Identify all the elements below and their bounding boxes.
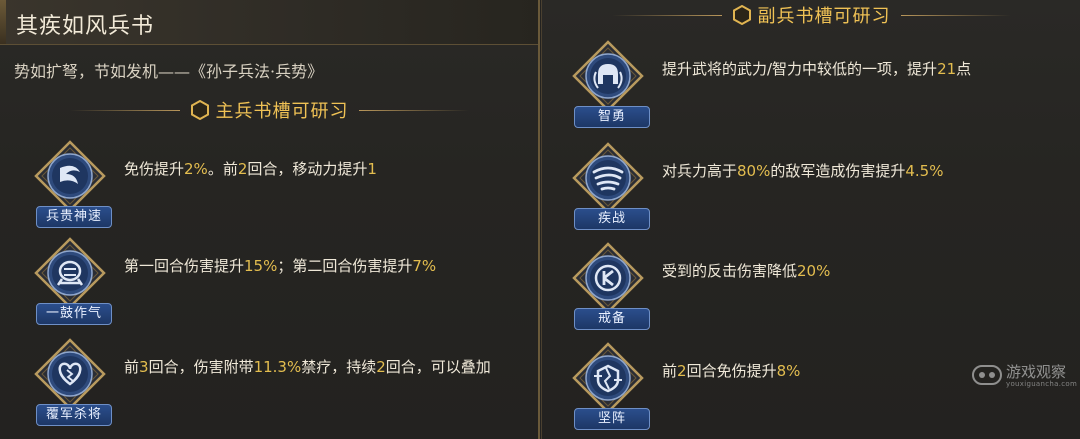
shield-rune-icon [572,242,644,314]
cracked-shield-icon [572,342,644,414]
highlight-value: 21 [937,60,957,78]
description-text: 提升武将的武力/智力中较低的一项，提升 [662,60,938,78]
description-text: 回合免伤提升 [686,362,777,380]
skill-name-tag: 智勇 [574,106,650,128]
description-text: 的敌军造成伤害提升 [770,162,906,180]
description-text: 免伤提升 [124,160,185,178]
skill-name-tag: 一鼓作气 [36,303,112,325]
highlight-value: 7% [412,257,437,275]
watermark: 游戏观察 youxiguancha.com [972,361,1077,391]
war-drum-icon [34,237,106,309]
skill-icon-frame[interactable]: 覆军杀将 [30,338,112,426]
page-title: 其疾如风兵书 [16,14,155,39]
skill-row[interactable]: 智勇 提升武将的武力/智力中较低的一项，提升21点 [568,40,1080,128]
highlight-value: 80% [737,162,771,180]
hexagon-icon [190,100,209,120]
gamepad-icon [972,365,1002,385]
skill-icon-frame[interactable]: 坚阵 [568,342,650,430]
description-text: 前 [124,358,140,376]
watermark-text: 游戏观察 [1006,363,1067,381]
main-book-panel: 其疾如风兵书 势如扩弩，节如发机——《孙子兵法·兵势》 主兵书槽可研习 兵贵神速… [0,0,540,439]
description-text: 点 [956,60,972,78]
hexagon-icon [732,5,751,25]
highlight-value: 3 [139,358,149,376]
highlight-value: 8% [776,362,801,380]
main-slot-title: 主兵书槽可研习 [215,101,349,122]
divider-line [611,14,722,16]
description-text: 前 [662,362,678,380]
sub-slot-title: 副兵书槽可研习 [757,6,891,27]
skill-row[interactable]: 覆军杀将 前3回合，伤害附带11.3%禁疗，持续2回合，可以叠加 [30,338,538,426]
description-text: 。前 [207,160,238,178]
highlight-value: 15% [244,257,278,275]
skill-row[interactable]: 疾战 对兵力高于80%的敌军造成伤害提升4.5% [568,142,1080,230]
quote-text: 势如扩弩，节如发机——《孙子兵法·兵势》 [14,62,324,81]
skill-row[interactable]: 戒备 受到的反击伤害降低20% [568,242,1080,330]
skill-icon-frame[interactable]: 兵贵神速 [30,140,112,228]
divider-line [900,14,1011,16]
skill-icon-frame[interactable]: 戒备 [568,242,650,330]
skill-icon-frame[interactable]: 疾战 [568,142,650,230]
title-ornament [0,0,6,44]
skill-icon-frame[interactable]: 智勇 [568,40,650,128]
helmet-icon [572,40,644,112]
skill-name-tag: 覆军杀将 [36,404,112,426]
divider-line [69,109,180,111]
skill-icon-frame[interactable]: 一鼓作气 [30,237,112,325]
highlight-value: 11.3% [253,358,302,376]
skill-name-tag: 兵贵神速 [36,206,112,228]
skill-row[interactable]: 一鼓作气 第一回合伤害提升15%；第二回合伤害提升7% [30,237,538,325]
highlight-value: 2 [376,358,386,376]
swift-wind-icon [34,140,106,212]
description-text: 禁疗，持续 [301,358,377,376]
skill-description: 受到的反击伤害降低20% [662,260,1080,282]
skill-row[interactable]: 兵贵神速 免伤提升2%。前2回合，移动力提升1 [30,140,538,228]
description-text: 第一回合伤害提升 [124,257,245,275]
watermark-url: youxiguancha.com [1006,380,1078,388]
divider-line [358,109,469,111]
highlight-value: 2 [237,160,248,178]
description-text: 受到的反击伤害降低 [662,262,798,280]
highlight-value: 1 [367,160,377,178]
highlight-value: 4.5% [905,162,944,180]
title-bar: 其疾如风兵书 [0,0,538,45]
highlight-value: 2 [677,362,687,380]
broken-heart-icon [34,338,106,410]
skill-name-tag: 戒备 [574,308,650,330]
skill-description: 对兵力高于80%的敌军造成伤害提升4.5% [662,160,1080,182]
skill-description: 第一回合伤害提升15%；第二回合伤害提升7% [124,255,538,277]
skill-name-tag: 坚阵 [574,408,650,430]
skill-description: 提升武将的武力/智力中较低的一项，提升21点 [662,58,1080,80]
skill-name-tag: 疾战 [574,208,650,230]
description-text: 回合，可以叠加 [385,358,491,376]
main-slot-header: 主兵书槽可研习 [69,95,469,125]
highlight-value: 20% [797,262,831,280]
skill-description: 前3回合，伤害附带11.3%禁疗，持续2回合，可以叠加 [124,356,538,378]
sub-slot-header: 副兵书槽可研习 [611,0,1011,30]
skill-description: 免伤提升2%。前2回合，移动力提升1 [124,158,538,180]
whirlwind-icon [572,142,644,214]
description-text: 回合，移动力提升 [247,160,368,178]
description-text: 回合，伤害附带 [148,358,254,376]
description-text: 对兵力高于 [662,162,738,180]
description-text: ；第二回合伤害提升 [277,257,413,275]
highlight-value: 2% [184,160,208,178]
